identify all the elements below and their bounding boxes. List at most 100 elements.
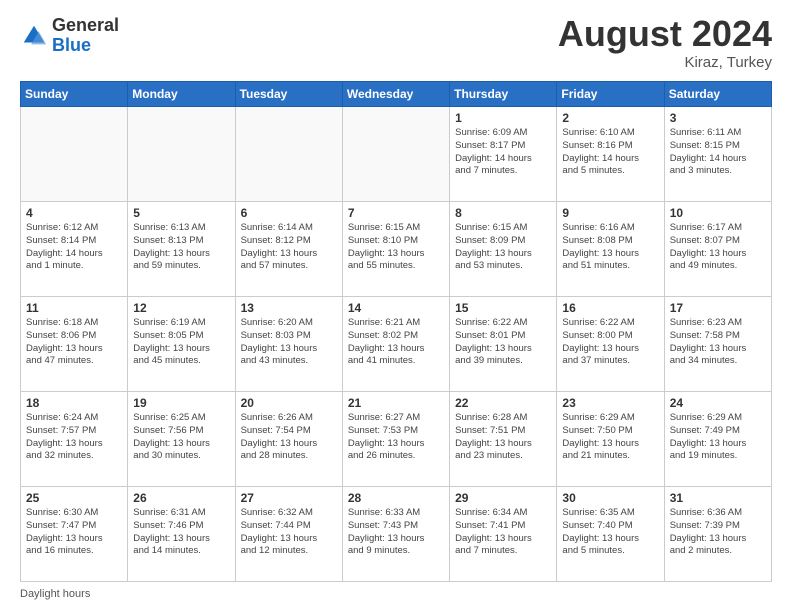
calendar-cell-w2-d6: 17Sunrise: 6:23 AM Sunset: 7:58 PM Dayli… [664,297,771,392]
day-number: 18 [26,396,122,410]
calendar-cell-w4-d1: 26 Sunrise: 6:31 AM Sunset: 7:46 PM Dayli… [128,487,235,582]
day-number: 27 [241,491,337,505]
calendar-cell-w3-d1: 19Sunrise: 6:25 AM Sunset: 7:56 PM Dayli… [128,392,235,487]
calendar-week-1: 4 Sunrise: 6:12 AM Sunset: 8:14 PM Daylig… [21,202,772,297]
day-number: 16 [562,301,658,315]
footer: Daylight hours [20,588,772,600]
calendar-week-2: 11 Sunrise: 6:18 AM Sunset: 8:06 PM Dayli… [21,297,772,392]
day-number: 31 [670,491,766,505]
calendar-cell-w2-d5: 16 Sunrise: 6:22 AM Sunset: 8:00 PM Dayli… [557,297,664,392]
day-info: Sunrise: 6:22 AM Sunset: 8:01 PM Dayligh… [455,317,551,368]
day-number: 10 [670,206,766,220]
day-info: Sunrise: 6:19 AM Sunset: 8:05 PM Dayligh… [133,317,229,368]
logo-general-text: General [52,16,119,36]
calendar-header-monday: Monday [128,82,235,107]
day-number: 7 [348,206,444,220]
calendar-cell-w2-d0: 11 Sunrise: 6:18 AM Sunset: 8:06 PM Dayli… [21,297,128,392]
day-info: Sunrise: 6:29 AM Sunset: 7:50 PM Dayligh… [562,412,658,463]
calendar-week-4: 25 Sunrise: 6:30 AM Sunset: 7:47 PM Dayli… [21,487,772,582]
day-info: Sunrise: 6:31 AM Sunset: 7:46 PM Dayligh… [133,507,229,558]
day-number: 3 [670,111,766,125]
title-area: August 2024 Kiraz, Turkey [558,16,772,71]
day-info: Sunrise: 6:24 AM Sunset: 7:57 PM Dayligh… [26,412,122,463]
day-number: 6 [241,206,337,220]
day-number: 21 [348,396,444,410]
calendar-cell-w4-d0: 25 Sunrise: 6:30 AM Sunset: 7:47 PM Dayli… [21,487,128,582]
calendar-header-friday: Friday [557,82,664,107]
calendar-cell-w2-d3: 14Sunrise: 6:21 AM Sunset: 8:02 PM Dayli… [342,297,449,392]
day-info: Sunrise: 6:22 AM Sunset: 8:00 PM Dayligh… [562,317,658,368]
day-number: 4 [26,206,122,220]
page: General Blue August 2024 Kiraz, Turkey S… [0,0,792,612]
calendar-cell-w3-d6: 24Sunrise: 6:29 AM Sunset: 7:49 PM Dayli… [664,392,771,487]
day-info: Sunrise: 6:26 AM Sunset: 7:54 PM Dayligh… [241,412,337,463]
day-number: 29 [455,491,551,505]
day-number: 13 [241,301,337,315]
day-info: Sunrise: 6:32 AM Sunset: 7:44 PM Dayligh… [241,507,337,558]
calendar-cell-w3-d2: 20 Sunrise: 6:26 AM Sunset: 7:54 PM Dayli… [235,392,342,487]
calendar-cell-w1-d0: 4 Sunrise: 6:12 AM Sunset: 8:14 PM Daylig… [21,202,128,297]
calendar-header-thursday: Thursday [450,82,557,107]
calendar-cell-w2-d4: 15 Sunrise: 6:22 AM Sunset: 8:01 PM Dayli… [450,297,557,392]
logo-text: General Blue [52,16,119,56]
day-number: 25 [26,491,122,505]
calendar-cell-w0-d2 [235,107,342,202]
day-number: 14 [348,301,444,315]
day-number: 22 [455,396,551,410]
calendar-cell-w1-d1: 5 Sunrise: 6:13 AM Sunset: 8:13 PM Daylig… [128,202,235,297]
day-number: 28 [348,491,444,505]
day-info: Sunrise: 6:13 AM Sunset: 8:13 PM Dayligh… [133,222,229,273]
day-info: Sunrise: 6:10 AM Sunset: 8:16 PM Dayligh… [562,127,658,178]
day-info: Sunrise: 6:20 AM Sunset: 8:03 PM Dayligh… [241,317,337,368]
calendar-week-3: 18 Sunrise: 6:24 AM Sunset: 7:57 PM Dayli… [21,392,772,487]
day-number: 12 [133,301,229,315]
calendar-header-wednesday: Wednesday [342,82,449,107]
day-info: Sunrise: 6:27 AM Sunset: 7:53 PM Dayligh… [348,412,444,463]
day-number: 5 [133,206,229,220]
calendar-cell-w3-d0: 18 Sunrise: 6:24 AM Sunset: 7:57 PM Dayli… [21,392,128,487]
day-info: Sunrise: 6:18 AM Sunset: 8:06 PM Dayligh… [26,317,122,368]
logo: General Blue [20,16,119,56]
day-number: 20 [241,396,337,410]
day-info: Sunrise: 6:35 AM Sunset: 7:40 PM Dayligh… [562,507,658,558]
day-info: Sunrise: 6:16 AM Sunset: 8:08 PM Dayligh… [562,222,658,273]
day-number: 17 [670,301,766,315]
calendar-cell-w0-d3 [342,107,449,202]
day-number: 9 [562,206,658,220]
day-info: Sunrise: 6:29 AM Sunset: 7:49 PM Dayligh… [670,412,766,463]
logo-blue-text: Blue [52,36,119,56]
day-number: 19 [133,396,229,410]
logo-icon [20,22,48,50]
day-info: Sunrise: 6:33 AM Sunset: 7:43 PM Dayligh… [348,507,444,558]
header: General Blue August 2024 Kiraz, Turkey [20,16,772,71]
calendar-header-saturday: Saturday [664,82,771,107]
calendar-cell-w4-d2: 27 Sunrise: 6:32 AM Sunset: 7:44 PM Dayli… [235,487,342,582]
day-info: Sunrise: 6:12 AM Sunset: 8:14 PM Dayligh… [26,222,122,273]
calendar-cell-w1-d2: 6Sunrise: 6:14 AM Sunset: 8:12 PM Daylig… [235,202,342,297]
calendar-cell-w0-d0 [21,107,128,202]
day-number: 11 [26,301,122,315]
day-number: 30 [562,491,658,505]
day-number: 1 [455,111,551,125]
calendar-cell-w0-d5: 2 Sunrise: 6:10 AM Sunset: 8:16 PM Daylig… [557,107,664,202]
calendar-cell-w4-d5: 30 Sunrise: 6:35 AM Sunset: 7:40 PM Dayli… [557,487,664,582]
calendar-cell-w1-d6: 10Sunrise: 6:17 AM Sunset: 8:07 PM Dayli… [664,202,771,297]
calendar-cell-w3-d5: 23Sunrise: 6:29 AM Sunset: 7:50 PM Dayli… [557,392,664,487]
calendar-cell-w4-d3: 28 Sunrise: 6:33 AM Sunset: 7:43 PM Dayli… [342,487,449,582]
calendar-cell-w4-d6: 31 Sunrise: 6:36 AM Sunset: 7:39 PM Dayli… [664,487,771,582]
day-number: 8 [455,206,551,220]
calendar-header-tuesday: Tuesday [235,82,342,107]
day-info: Sunrise: 6:15 AM Sunset: 8:10 PM Dayligh… [348,222,444,273]
day-info: Sunrise: 6:11 AM Sunset: 8:15 PM Dayligh… [670,127,766,178]
day-number: 15 [455,301,551,315]
day-info: Sunrise: 6:15 AM Sunset: 8:09 PM Dayligh… [455,222,551,273]
calendar-header-sunday: Sunday [21,82,128,107]
location-subtitle: Kiraz, Turkey [558,54,772,71]
calendar-cell-w0-d6: 3 Sunrise: 6:11 AM Sunset: 8:15 PM Daylig… [664,107,771,202]
daylight-hours-label: Daylight hours [20,588,90,600]
day-number: 2 [562,111,658,125]
day-info: Sunrise: 6:36 AM Sunset: 7:39 PM Dayligh… [670,507,766,558]
day-info: Sunrise: 6:30 AM Sunset: 7:47 PM Dayligh… [26,507,122,558]
calendar-cell-w1-d4: 8 Sunrise: 6:15 AM Sunset: 8:09 PM Daylig… [450,202,557,297]
day-number: 26 [133,491,229,505]
